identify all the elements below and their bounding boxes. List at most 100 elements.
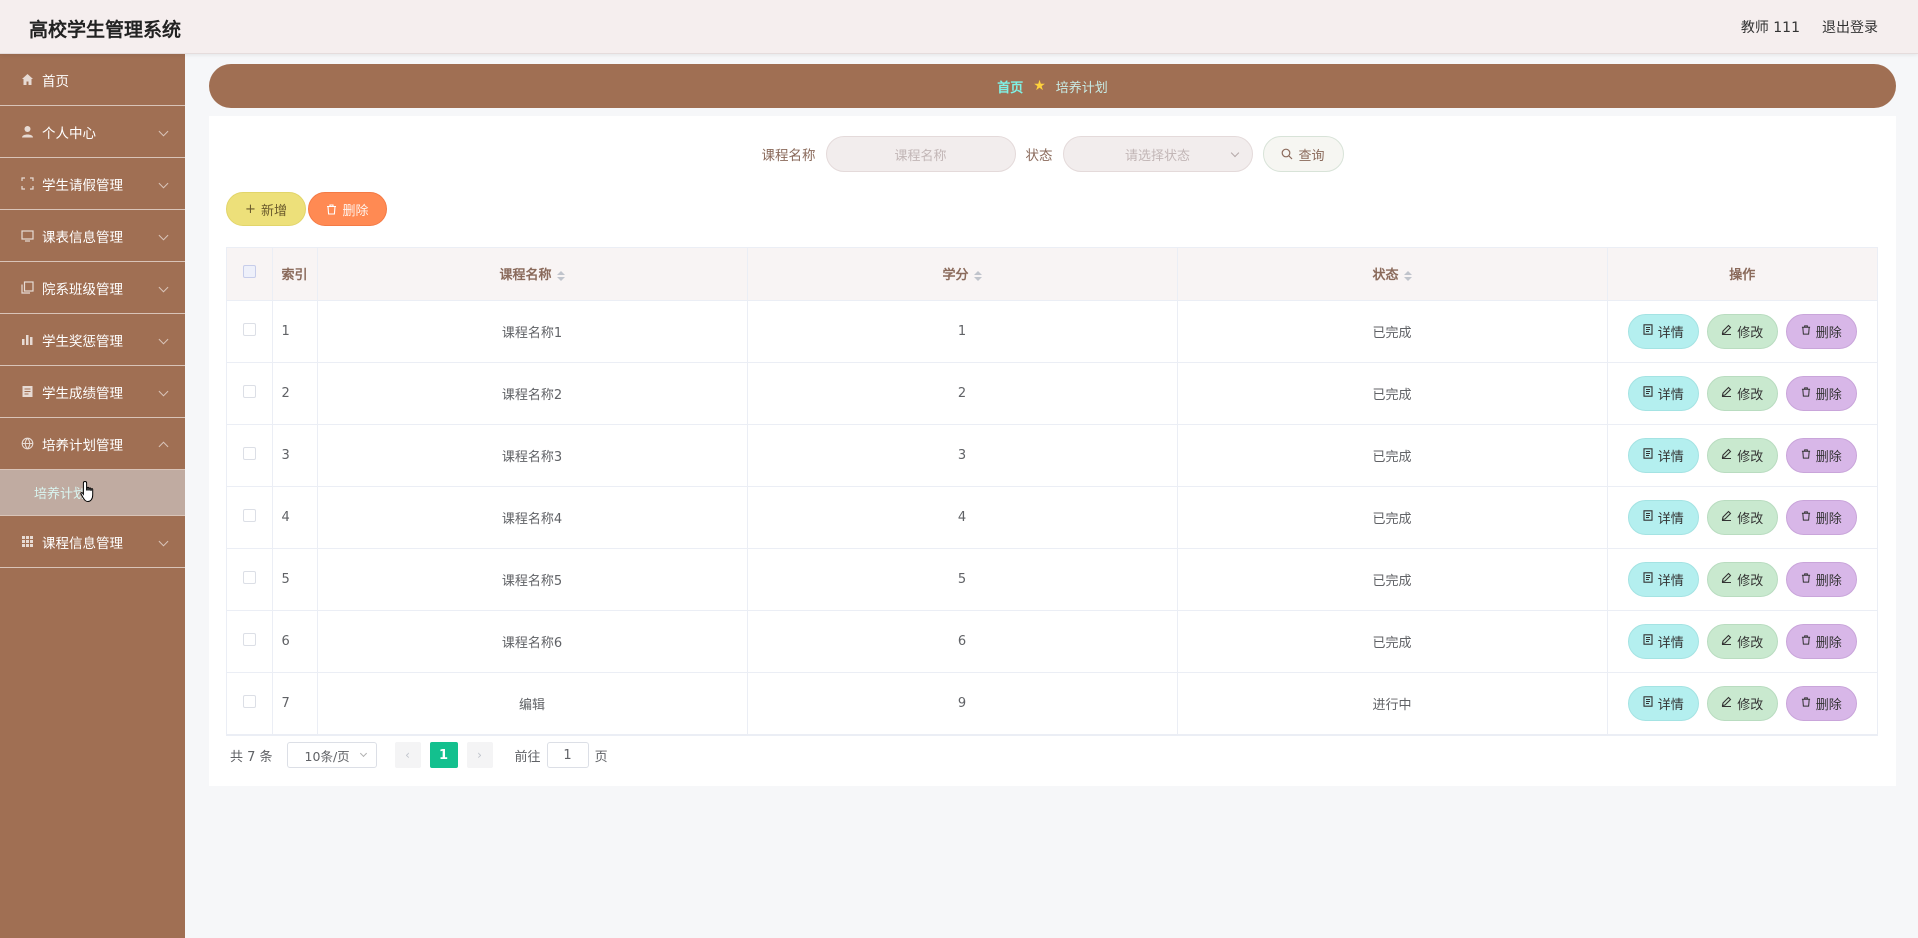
pagination-total: 共 7 条 [230,749,273,765]
edit-label: 修改 [1737,635,1764,651]
hand-cursor-icon [80,480,94,503]
sidebar-item-home[interactable]: 首页 [0,54,185,106]
delete-button[interactable]: 删除 [1785,623,1857,659]
row-credit: 3 [747,424,1178,487]
status-select[interactable]: 请选择状态 [1062,136,1253,172]
trash-icon [1801,510,1811,524]
edit-icon [1721,510,1732,524]
row-checkbox[interactable] [242,694,256,708]
trash-icon [327,203,337,215]
edit-label: 修改 [1737,387,1764,403]
row-ops: 详情 修改 删除 [1607,672,1877,735]
edit-button[interactable]: 修改 [1706,499,1778,535]
sort-icon[interactable] [973,270,982,281]
search-form: 课程名称 课程名称 状态 请选择状态 查询 [209,135,1896,173]
breadcrumb-home[interactable]: 首页 [997,77,1023,96]
detail-button[interactable]: 详情 [1627,685,1699,721]
sidebar-item-leave[interactable]: 学生请假管理 [0,158,185,210]
sidebar-item-department[interactable]: 院系班级管理 [0,262,185,314]
add-button[interactable]: + 新增 [226,192,306,226]
page-size-select[interactable]: 10条/页 [286,742,377,768]
row-credit: 4 [747,486,1178,549]
row-checkbox[interactable] [242,384,256,398]
detail-label: 详情 [1657,573,1684,589]
prev-page-button[interactable]: ‹ [394,742,421,768]
header-index: 索引 [272,248,318,301]
edit-button[interactable]: 修改 [1706,313,1778,349]
row-course-name: 课程名称4 [317,486,748,549]
breadcrumb-current: 培养计划 [1055,80,1108,96]
row-ops: 详情 修改 删除 [1607,610,1877,673]
edit-icon [1721,572,1732,586]
row-credit: 1 [747,300,1178,363]
row-status: 已完成 [1177,486,1608,549]
row-checkbox[interactable] [242,570,256,584]
sidebar-item-rewards[interactable]: 学生奖惩管理 [0,314,185,366]
document-icon [1643,696,1653,710]
row-check-cell [227,610,273,673]
detail-label: 详情 [1657,511,1684,527]
select-all-checkbox[interactable] [242,265,256,279]
row-checkbox[interactable] [242,322,256,336]
sort-icon[interactable] [1403,270,1412,281]
edit-button[interactable]: 修改 [1706,437,1778,473]
delete-button[interactable]: 删除 [1785,313,1857,349]
header-credit[interactable]: 学分 [747,248,1178,301]
table-row: 7 编辑 9 进行中 详情 修改 删除 [227,672,1877,735]
sidebar-item-schedule[interactable]: 课表信息管理 [0,210,185,262]
add-button-label: 新增 [260,203,287,219]
search-button[interactable]: 查询 [1262,136,1344,172]
globe-icon [20,437,34,451]
edit-button[interactable]: 修改 [1706,623,1778,659]
trash-icon [1801,386,1811,400]
detail-button[interactable]: 详情 [1627,499,1699,535]
detail-label: 详情 [1657,697,1684,713]
sidebar-item-plan[interactable]: 培养计划管理 [0,418,185,470]
edit-button[interactable]: 修改 [1706,375,1778,411]
delete-button[interactable]: 删除 [1785,685,1857,721]
action-row: + 新增 删除 [226,192,387,226]
detail-button[interactable]: 详情 [1627,375,1699,411]
detail-label: 详情 [1657,449,1684,465]
row-credit: 6 [747,610,1178,673]
detail-button[interactable]: 详情 [1627,437,1699,473]
sidebar-item-profile[interactable]: 个人中心 [0,106,185,158]
row-checkbox[interactable] [242,632,256,646]
next-page-button[interactable]: › [466,742,493,768]
logout-link[interactable]: 退出登录 [1822,17,1878,37]
sidebar-item-course[interactable]: 课程信息管理 [0,516,185,568]
user-name[interactable]: 教师 111 [1741,17,1800,37]
detail-button[interactable]: 详情 [1627,313,1699,349]
status-placeholder: 请选择状态 [1124,148,1190,164]
header-label: 课程名称 [499,268,552,284]
detail-button[interactable]: 详情 [1627,623,1699,659]
page-number-current[interactable]: 1 [429,742,458,768]
edit-button[interactable]: 修改 [1706,561,1778,597]
pagination: 共 7 条 10条/页 ‹ 1 › 前往 1 页 [230,742,608,768]
delete-button[interactable]: 删除 [1785,437,1857,473]
goto-page-input[interactable]: 1 [546,742,589,768]
edit-label: 修改 [1737,573,1764,589]
course-name-input[interactable]: 课程名称 [825,136,1016,172]
sort-icon[interactable] [556,270,565,281]
status-label: 状态 [1025,148,1053,164]
sidebar-item-grades[interactable]: 学生成绩管理 [0,366,185,418]
row-checkbox[interactable] [242,508,256,522]
header-status[interactable]: 状态 [1177,248,1608,301]
delete-button[interactable]: 删除 [1785,375,1857,411]
sidebar-item-label: 学生奖惩管理 [42,333,123,350]
sidebar-item-label: 个人中心 [42,125,96,142]
header-course-name[interactable]: 课程名称 [317,248,748,301]
document-icon [20,385,34,399]
batch-delete-button[interactable]: 删除 [308,192,387,226]
monitor-icon [20,229,34,243]
detail-button[interactable]: 详情 [1627,561,1699,597]
delete-button[interactable]: 删除 [1785,561,1857,597]
row-index: 1 [272,300,318,363]
edit-icon [1721,696,1732,710]
trash-icon [1801,324,1811,338]
row-checkbox[interactable] [242,446,256,460]
chevron-down-icon [158,536,169,547]
edit-button[interactable]: 修改 [1706,685,1778,721]
delete-button[interactable]: 删除 [1785,499,1857,535]
